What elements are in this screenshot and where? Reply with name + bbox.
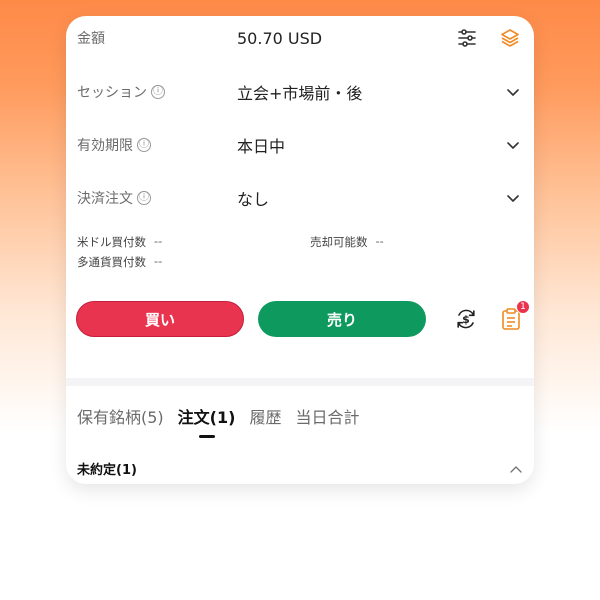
chevron-down-icon[interactable]	[506, 85, 520, 99]
svg-text:$: $	[462, 313, 470, 326]
buy-button[interactable]: 買い	[76, 301, 244, 337]
sell-button[interactable]: 売り	[258, 301, 426, 337]
info-icon[interactable]: ⓘ	[151, 85, 165, 99]
info-icon[interactable]: ⓘ	[137, 138, 151, 152]
layers-icon[interactable]	[497, 25, 523, 51]
order-tabs: 保有銘柄(5) 注文(1) 履歴 当日合計	[77, 404, 359, 436]
usd-buying-power: 米ドル買付数 --	[77, 234, 162, 250]
chevron-down-icon[interactable]	[506, 138, 520, 152]
validity-value: 本日中	[237, 137, 286, 156]
settlement-value: なし	[237, 190, 270, 209]
tab-orders[interactable]: 注文(1)	[178, 404, 236, 436]
session-label-text: セッション	[77, 85, 147, 101]
multi-currency-value: --	[154, 254, 163, 268]
dollar-cycle-icon[interactable]: $	[453, 306, 479, 332]
info-icon[interactable]: ⓘ	[137, 191, 151, 205]
validity-label: 有効期限 ⓘ	[77, 135, 151, 155]
sellable-quantity: 売却可能数 --	[310, 234, 384, 250]
session-label: セッション ⓘ	[77, 82, 165, 102]
tab-daily-total[interactable]: 当日合計	[295, 404, 359, 436]
tab-holdings[interactable]: 保有銘柄(5)	[77, 404, 164, 436]
chevron-up-icon[interactable]	[509, 462, 523, 476]
notification-badge: 1	[516, 300, 530, 314]
clipboard-icon[interactable]: 1	[498, 300, 530, 332]
unfilled-orders-title: 未約定(1)	[77, 463, 137, 478]
validity-label-text: 有効期限	[77, 138, 133, 154]
multi-currency-label: 多通貨買付数	[77, 255, 146, 269]
session-row[interactable]: セッション ⓘ 立会+市場前・後	[66, 72, 534, 112]
validity-row[interactable]: 有効期限 ⓘ 本日中	[66, 125, 534, 165]
amount-value: 50.70 USD	[237, 28, 323, 48]
settlement-label: 決済注文 ⓘ	[77, 188, 151, 208]
usd-buying-power-label: 米ドル買付数	[77, 235, 146, 249]
sellable-value: --	[375, 234, 384, 248]
sliders-icon[interactable]	[454, 25, 480, 51]
usd-buying-power-value: --	[154, 234, 163, 248]
sellable-label: 売却可能数	[310, 235, 368, 249]
amount-label: 金額	[77, 31, 105, 47]
tab-history[interactable]: 履歴	[249, 404, 281, 436]
section-divider	[66, 378, 534, 386]
settlement-label-text: 決済注文	[77, 191, 133, 207]
settlement-row[interactable]: 決済注文 ⓘ なし	[66, 178, 534, 218]
chevron-down-icon[interactable]	[506, 191, 520, 205]
order-panel: 金額 50.70 USD セッション ⓘ 立会+市場前・後 有効期限 ⓘ 本日中…	[66, 16, 534, 484]
amount-row: 金額 50.70 USD	[66, 18, 534, 58]
session-value: 立会+市場前・後	[237, 84, 363, 103]
multi-currency-buying-power: 多通貨買付数 --	[77, 254, 162, 270]
